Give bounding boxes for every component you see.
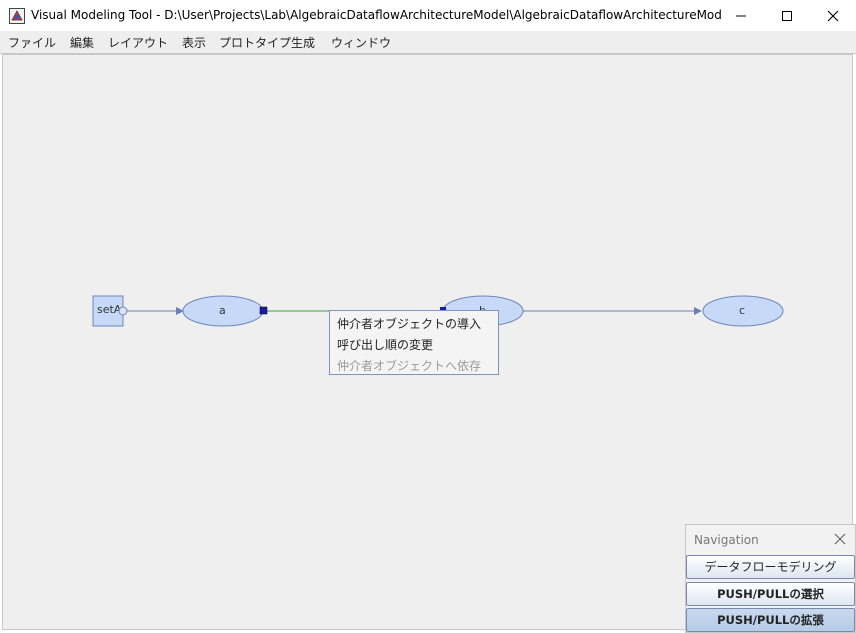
close-button[interactable] [810,0,856,31]
menu-file[interactable]: ファイル [8,34,56,51]
java-app-icon [9,8,25,24]
node-a-label: a [219,304,226,317]
window-titlebar: Visual Modeling Tool - D:\User\Projects\… [0,0,856,32]
ctx-item-depend-on-mediator: 仲介者オブジェクトへ依存 [337,359,482,373]
maximize-icon [782,10,792,21]
ctx-item-change-call-order[interactable]: 呼び出し順の変更 [337,336,433,353]
ctx-item-introduce-mediator[interactable]: 仲介者オブジェクトの導入 [337,315,481,332]
node-c-label: c [739,304,745,317]
nav-dataflow-modeling-button[interactable]: データフローモデリング [686,555,855,579]
menu-prototype-generation[interactable]: プロトタイプ生成 [219,34,315,51]
node-setA-port[interactable] [118,306,128,316]
navigation-panel: Navigation データフローモデリング PUSH/PULLの選択 PUSH… [685,524,856,633]
maximize-button[interactable] [764,0,810,31]
context-menu: 仲介者オブジェクトの導入 呼び出し順の変更 仲介者オブジェクトへ依存 [329,310,499,375]
menu-layout[interactable]: レイアウト [108,34,168,51]
minimize-icon [736,15,746,16]
menu-window[interactable]: ウィンドウ [331,34,391,51]
navigation-title: Navigation [694,533,759,547]
node-setA-label: setA [97,303,122,316]
nav-push-pull-select-button[interactable]: PUSH/PULLの選択 [686,582,855,606]
close-icon[interactable] [833,532,847,546]
minimize-button[interactable] [718,0,764,31]
menu-edit[interactable]: 編集 [70,34,94,51]
window-title: Visual Modeling Tool - D:\User\Projects\… [31,8,721,22]
selection-handle[interactable] [259,306,268,315]
nav-push-pull-extend-button[interactable]: PUSH/PULLの拡張 [686,608,855,632]
close-icon [827,10,839,21]
menubar: ファイル 編集 レイアウト 表示 プロトタイプ生成 ウィンドウ [0,31,856,54]
menu-view[interactable]: 表示 [182,34,206,51]
